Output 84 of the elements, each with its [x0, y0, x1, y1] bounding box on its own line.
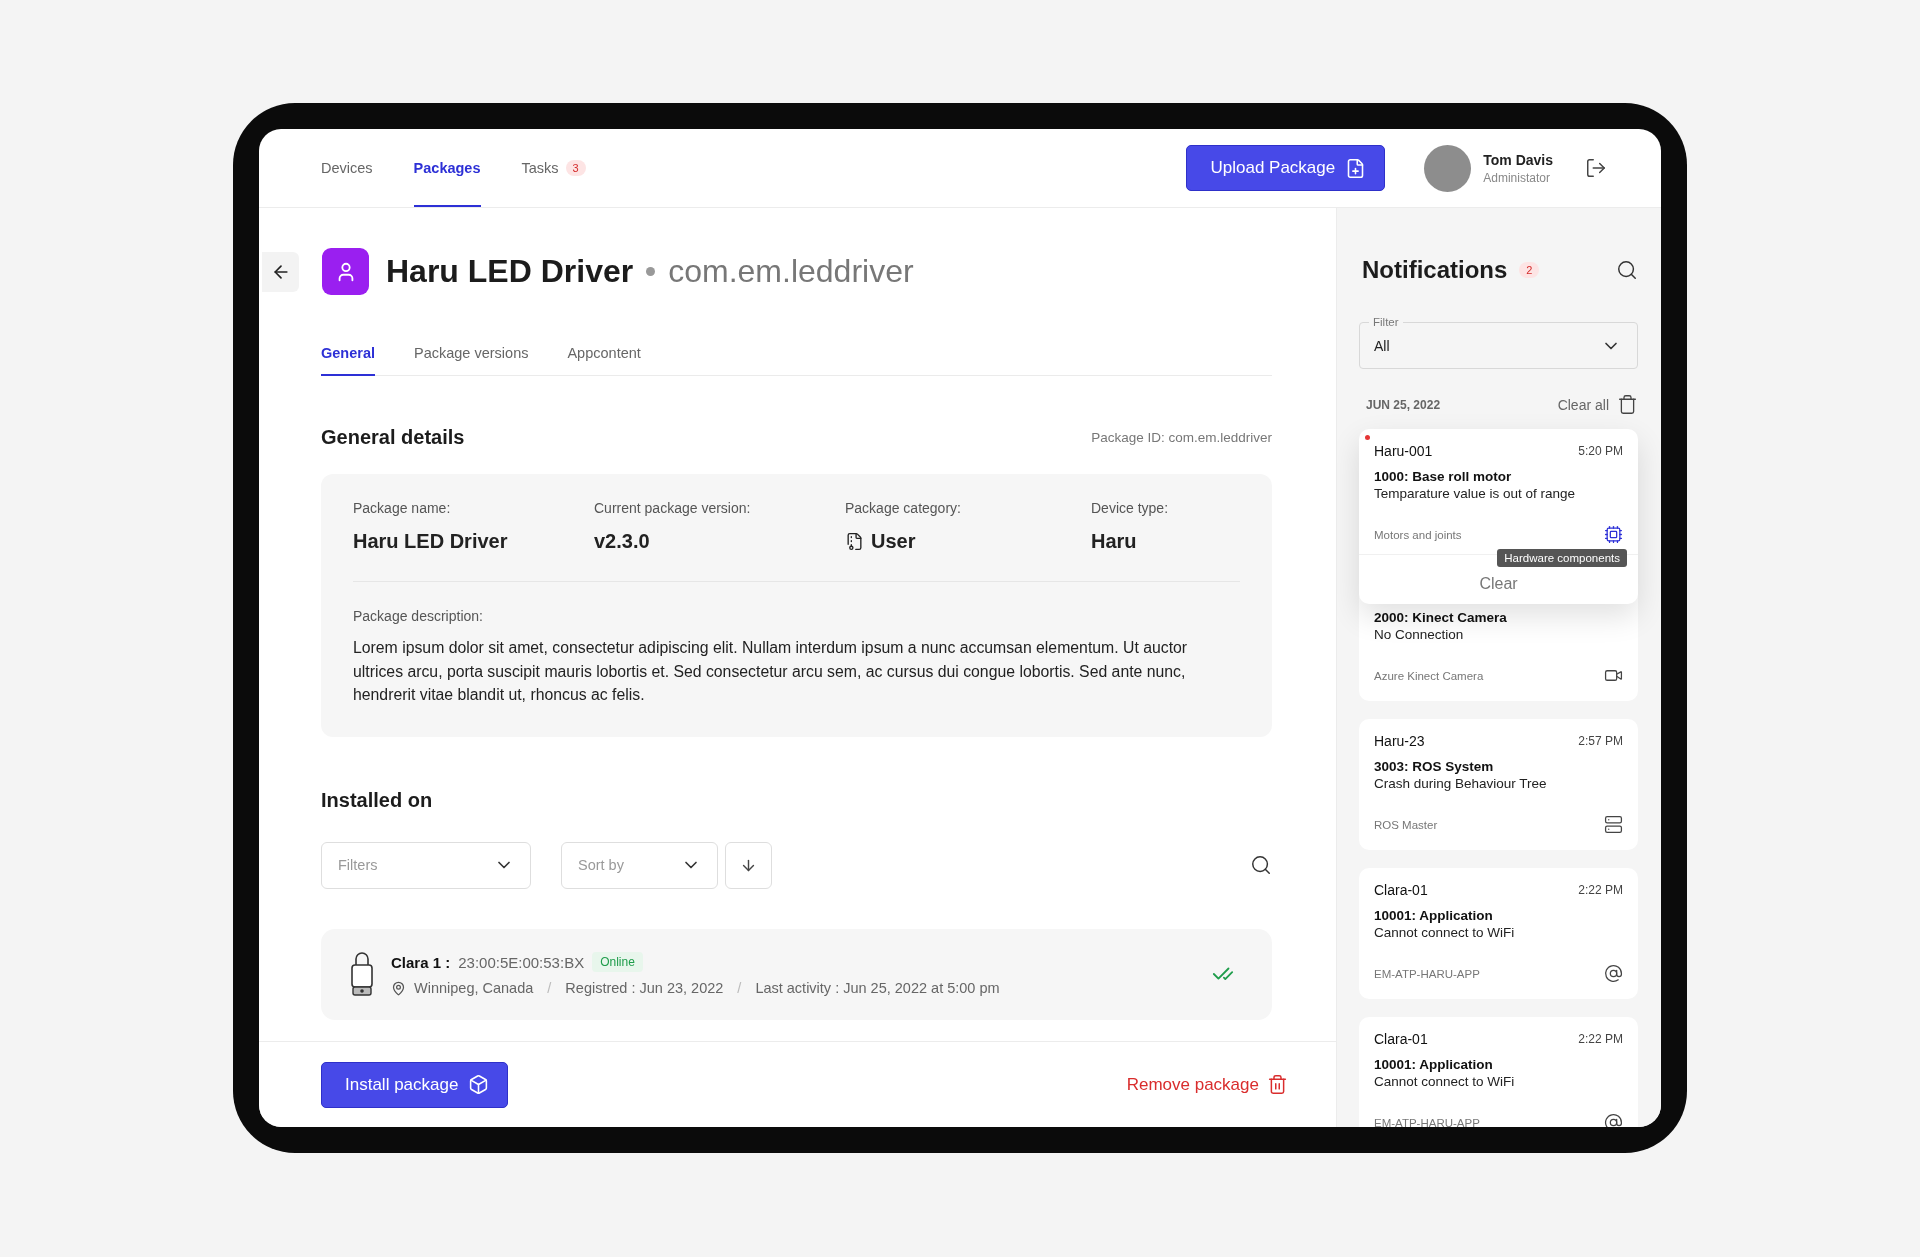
- notification-device: Haru-23: [1374, 733, 1425, 749]
- section-tab[interactable]: Appcontent: [567, 345, 641, 376]
- notification-source: ROS Master: [1374, 818, 1438, 831]
- nav-tab[interactable]: Tasks 3: [521, 129, 586, 207]
- remove-package-button[interactable]: Remove package: [1126, 1074, 1288, 1095]
- upload-package-button[interactable]: Upload Package: [1186, 145, 1386, 191]
- package-identifier: com.em.leddriver: [668, 253, 914, 290]
- clear-all-button[interactable]: Clear all: [1557, 394, 1638, 415]
- notification-source: EM-ATP-HARU-APP: [1374, 1116, 1480, 1127]
- notification-time: 2:22 PM: [1578, 1032, 1623, 1046]
- logout-icon: [1585, 157, 1607, 179]
- section-heading: Installed on: [321, 788, 434, 812]
- separator: /: [737, 980, 742, 996]
- field-label: Package description:: [353, 608, 484, 624]
- cube-icon: [468, 1074, 490, 1095]
- notification-code: 10001: Application: [1374, 908, 1494, 923]
- at-sign-icon: [1604, 1113, 1623, 1127]
- user-name: Tom Davis: [1483, 151, 1553, 168]
- notification-message: Cannot connect to WiFi: [1374, 925, 1516, 940]
- chip-icon[interactable]: [1604, 525, 1623, 544]
- device-address: 23:00:5E:00:53:BX: [458, 953, 585, 971]
- field-value: Haru: [1091, 530, 1138, 553]
- device-row[interactable]: Clara 1 : 23:00:5E:00:53:BX Online Winnipeg, Canada / Registred : Jun 23, 2022 / Last activity : Jun 25, 2022 at 5:00 pm: [321, 928, 1272, 1020]
- field-value: v2.3.0: [594, 530, 651, 553]
- device-location: Winnipeg, Canada: [414, 980, 534, 996]
- field-label: Device type:: [1091, 500, 1170, 516]
- tooltip: Hardware components: [1497, 549, 1627, 567]
- section-heading: General details: [321, 426, 465, 449]
- location-pin-icon: [391, 980, 406, 996]
- separator: /: [547, 980, 552, 996]
- field-value: User: [871, 530, 916, 553]
- zip-file-icon: [845, 532, 864, 551]
- notification-source: Motors and joints: [1374, 528, 1462, 541]
- field-label: Package name:: [353, 500, 452, 516]
- notification-card[interactable]: Haru-001 5:20 PM 1000: Base roll motor Temparature value is out of range Motors and joints Hardware components Clear: [1359, 429, 1638, 604]
- back-button[interactable]: [262, 251, 299, 292]
- notification-time: 2:57 PM: [1578, 734, 1623, 748]
- panel-title: Notifications: [1362, 256, 1508, 284]
- logout-button[interactable]: [1585, 157, 1607, 179]
- package-id: Package ID: com.em.leddriver: [1091, 430, 1272, 445]
- notification-code: 3003: ROS System: [1374, 759, 1495, 774]
- activity-date: Last activity : Jun 25, 2022 at 5:00 pm: [755, 980, 1000, 996]
- search-icon[interactable]: [1616, 259, 1638, 281]
- notification-message: Cannot connect to WiFi: [1374, 1074, 1516, 1089]
- notification-code: 10001: Application: [1374, 1057, 1494, 1072]
- trash-icon: [1617, 394, 1638, 415]
- search-icon[interactable]: [1250, 854, 1272, 876]
- server-icon: [1604, 815, 1623, 834]
- notification-source: EM-ATP-HARU-APP: [1374, 967, 1480, 980]
- notification-time: 2:22 PM: [1578, 883, 1623, 897]
- notification-device: Haru-001: [1374, 443, 1433, 459]
- package-title: Haru LED Driver: [386, 253, 634, 290]
- notification-code: 1000: Base roll motor: [1374, 469, 1513, 484]
- count-badge: 3: [565, 160, 586, 176]
- registered-date: Registred : Jun 23, 2022: [565, 980, 724, 996]
- field-value: Haru LED Driver: [353, 530, 509, 553]
- user-role: Administator: [1483, 170, 1551, 185]
- notification-card[interactable]: Haru-23 2:57 PM 3003: ROS System Crash during Behaviour Tree ROS Master: [1359, 719, 1638, 850]
- notification-device: Clara-01: [1374, 882, 1428, 898]
- notification-device: Clara-01: [1374, 1031, 1428, 1047]
- notification-card[interactable]: Clara-01 2:22 PM 10001: Application Cannot connect to WiFi EM-ATP-HARU-APP: [1359, 1017, 1638, 1127]
- notification-source: Azure Kinect Camera: [1374, 669, 1484, 682]
- section-tab[interactable]: General: [321, 345, 375, 376]
- nav-tab[interactable]: Devices: [321, 129, 373, 207]
- section-tab[interactable]: Package versions: [414, 345, 529, 376]
- separator-dot: [646, 267, 656, 276]
- date-heading: JUN 25, 2022: [1366, 397, 1441, 412]
- field-label: Package category:: [845, 500, 962, 516]
- field-label: Current package version:: [594, 500, 752, 516]
- device-icon: [349, 951, 375, 997]
- package-description: Lorem ipsum dolor sit amet, consectetur adipiscing elit. Nullam interdum ipsum a nunc accumsan elementum. Ut auctor ultrices arcu, porta suscipit mauris lobortis et. Sed consectetur arcu sem, ac cursus dui congue lobortis. Sed ante nunc, hendrerit vitae blandit ut, rhoncus ac felis.: [353, 638, 1189, 705]
- device-name: Clara 1 :: [391, 953, 451, 971]
- notification-code: 2000: Kinect Camera: [1374, 610, 1508, 625]
- notification-message: Temparature value is out of range: [1374, 486, 1577, 501]
- at-sign-icon: [1604, 964, 1623, 983]
- count-badge: 2: [1519, 262, 1540, 278]
- nav-tab[interactable]: Packages: [413, 129, 481, 207]
- install-package-button[interactable]: Install package: [321, 1061, 509, 1108]
- trash-icon: [1267, 1074, 1288, 1095]
- notification-message: Crash during Behaviour Tree: [1374, 776, 1548, 791]
- notification-message: No Connection: [1374, 627, 1465, 642]
- notification-card[interactable]: Clara-01 2:22 PM 10001: Application Cannot connect to WiFi EM-ATP-HARU-APP: [1359, 868, 1638, 999]
- notification-time: 5:20 PM: [1578, 444, 1623, 458]
- status-badge: Online: [592, 952, 643, 972]
